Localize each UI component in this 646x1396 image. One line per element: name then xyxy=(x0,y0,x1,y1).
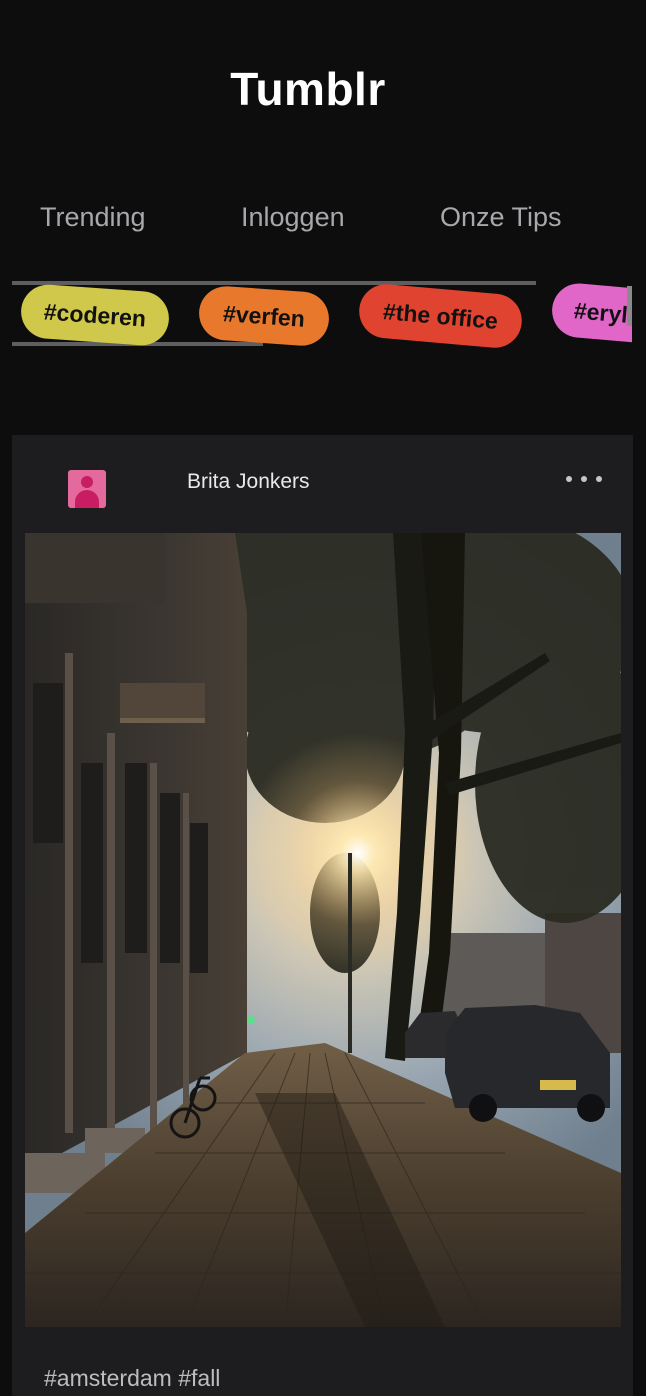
tab-trending[interactable]: Trending xyxy=(40,202,146,233)
tag-verfen[interactable]: #verfen xyxy=(197,284,331,348)
tag-eryl[interactable]: #eryl xyxy=(549,281,632,345)
dot xyxy=(566,476,572,482)
strip-scrollbar[interactable] xyxy=(627,286,632,326)
tags-divider xyxy=(12,281,536,285)
street-photo-image xyxy=(25,533,621,1327)
tag-coderen[interactable]: #coderen xyxy=(19,282,171,348)
post-card: Brita Jonkers #amsterdam #fall xyxy=(12,435,633,1396)
avatar-body xyxy=(75,490,99,508)
tab-onze-tips[interactable]: Onze Tips xyxy=(440,202,562,233)
post-tags: #amsterdam #fall xyxy=(44,1365,221,1391)
more-dots-icon[interactable] xyxy=(562,465,606,493)
dot xyxy=(581,476,587,482)
tab-inloggen[interactable]: Inloggen xyxy=(241,202,345,233)
post-author[interactable]: Brita Jonkers xyxy=(187,470,310,494)
user-avatar-icon[interactable] xyxy=(68,470,106,508)
avatar-head xyxy=(81,476,93,488)
tag-the-office[interactable]: #the office xyxy=(356,281,525,351)
dot xyxy=(596,476,602,482)
trending-tags-strip[interactable]: #coderen #verfen #the office #eryl xyxy=(12,278,632,358)
app-title: Tumblr xyxy=(230,63,386,115)
post-photo[interactable] xyxy=(25,533,621,1327)
